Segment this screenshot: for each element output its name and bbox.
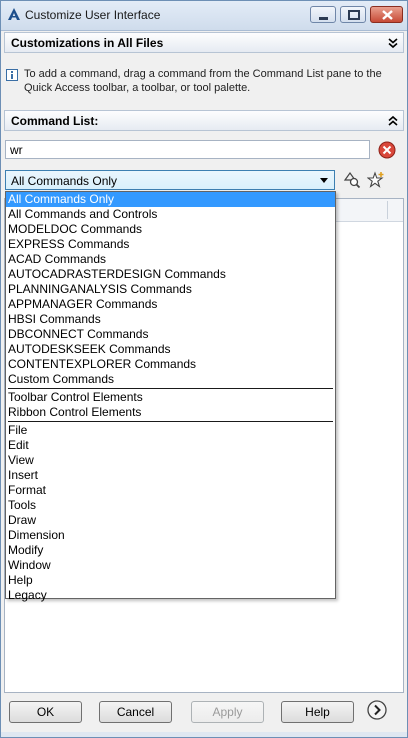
window-title: Customize User Interface bbox=[25, 8, 161, 22]
find-command-icon[interactable] bbox=[343, 171, 361, 189]
dropdown-option[interactable]: Legacy bbox=[6, 588, 335, 603]
dropdown-separator bbox=[8, 388, 333, 389]
command-filter-select[interactable]: All Commands Only bbox=[5, 170, 335, 190]
info-icon bbox=[6, 69, 18, 81]
dropdown-option[interactable]: Insert bbox=[6, 468, 335, 483]
dropdown-option[interactable]: Format bbox=[6, 483, 335, 498]
dropdown-option[interactable]: Dimension bbox=[6, 528, 335, 543]
status-strip bbox=[1, 732, 407, 737]
cancel-button[interactable]: Cancel bbox=[99, 701, 172, 723]
dropdown-option[interactable]: DBCONNECT Commands bbox=[6, 327, 335, 342]
customizations-header[interactable]: Customizations in All Files bbox=[4, 32, 404, 53]
maximize-icon bbox=[348, 10, 360, 20]
minimize-icon bbox=[319, 17, 328, 20]
command-filter-dropdown-list[interactable]: All Commands Only All Commands and Contro… bbox=[5, 191, 336, 602]
expand-dialog-icon[interactable] bbox=[367, 700, 387, 720]
customizations-header-label: Customizations in All Files bbox=[11, 36, 164, 50]
search-input[interactable] bbox=[6, 141, 369, 158]
dropdown-option[interactable]: Toolbar Control Elements bbox=[6, 390, 335, 405]
clear-search-icon[interactable] bbox=[378, 141, 396, 159]
dropdown-option[interactable]: Window bbox=[6, 558, 335, 573]
autocad-logo-icon bbox=[8, 8, 20, 20]
dialog-footer: OK Cancel Apply Help bbox=[1, 695, 407, 737]
info-text: To add a command, drag a command from th… bbox=[24, 68, 382, 94]
dropdown-option[interactable]: Draw bbox=[6, 513, 335, 528]
help-button[interactable]: Help bbox=[281, 701, 354, 723]
close-window-button[interactable] bbox=[370, 6, 403, 23]
info-panel: To add a command, drag a command from th… bbox=[4, 61, 404, 103]
close-icon bbox=[382, 10, 393, 20]
dropdown-option[interactable]: Custom Commands bbox=[6, 372, 335, 387]
maximize-button[interactable] bbox=[340, 6, 366, 23]
filter-selected-value: All Commands Only bbox=[11, 174, 118, 188]
dropdown-option[interactable]: Edit bbox=[6, 438, 335, 453]
apply-button[interactable]: Apply bbox=[191, 701, 264, 723]
dropdown-option[interactable]: File bbox=[6, 423, 335, 438]
dropdown-option[interactable]: AUTODESKSEEK Commands bbox=[6, 342, 335, 357]
command-search-field[interactable] bbox=[5, 140, 370, 159]
dropdown-option[interactable]: Modify bbox=[6, 543, 335, 558]
command-list-header[interactable]: Command List: bbox=[4, 110, 404, 131]
dropdown-option[interactable]: ACAD Commands bbox=[6, 252, 335, 267]
dropdown-option[interactable]: HBSI Commands bbox=[6, 312, 335, 327]
dropdown-option[interactable]: View bbox=[6, 453, 335, 468]
dropdown-option[interactable]: CONTENTEXPLORER Commands bbox=[6, 357, 335, 372]
chevron-double-down-icon[interactable] bbox=[387, 37, 399, 49]
chevron-double-up-icon[interactable] bbox=[387, 115, 399, 127]
dropdown-option[interactable]: AUTOCADRASTERDESIGN Commands bbox=[6, 267, 335, 282]
dropdown-arrow-icon bbox=[320, 178, 328, 183]
minimize-button[interactable] bbox=[310, 6, 336, 23]
dropdown-option[interactable]: Tools bbox=[6, 498, 335, 513]
dropdown-option[interactable]: All Commands Only bbox=[6, 192, 335, 207]
column-separator[interactable] bbox=[387, 201, 388, 219]
dropdown-option[interactable]: PLANNINGANALYSIS Commands bbox=[6, 282, 335, 297]
dropdown-option[interactable]: Ribbon Control Elements bbox=[6, 405, 335, 420]
dropdown-option[interactable]: All Commands and Controls bbox=[6, 207, 335, 222]
ok-button[interactable]: OK bbox=[9, 701, 82, 723]
dropdown-option[interactable]: EXPRESS Commands bbox=[6, 237, 335, 252]
command-list-header-label: Command List: bbox=[11, 114, 99, 128]
customize-ui-window: Customize User Interface Customizations … bbox=[0, 0, 408, 738]
dropdown-option[interactable]: MODELDOC Commands bbox=[6, 222, 335, 237]
dropdown-option[interactable]: Help bbox=[6, 573, 335, 588]
dropdown-option[interactable]: APPMANAGER Commands bbox=[6, 297, 335, 312]
new-command-icon[interactable] bbox=[367, 171, 385, 189]
dropdown-separator bbox=[8, 421, 333, 422]
title-bar: Customize User Interface bbox=[1, 1, 407, 31]
